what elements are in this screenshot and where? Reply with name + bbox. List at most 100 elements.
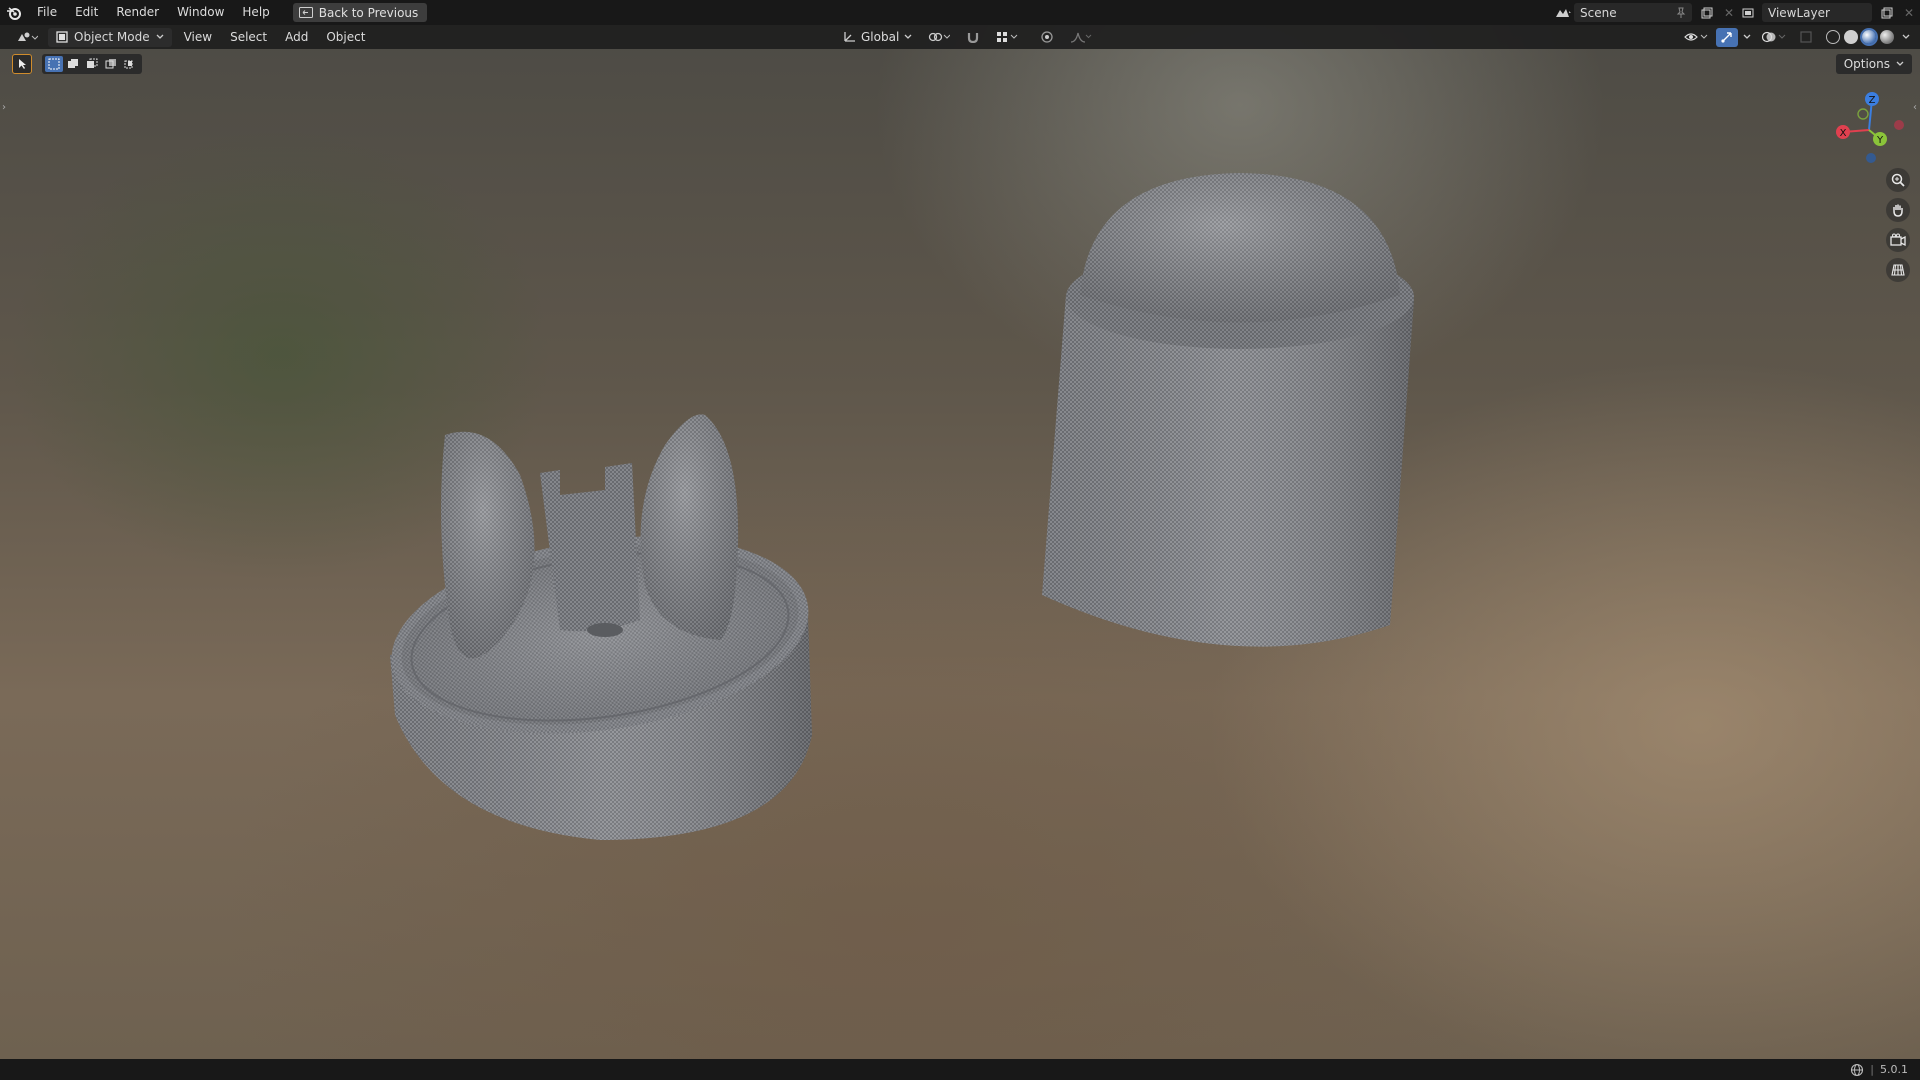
new-view-layer-icon[interactable]: [1876, 3, 1898, 22]
select-tool-button[interactable]: [12, 54, 32, 74]
scene-name: Scene: [1580, 5, 1617, 20]
solid-shading-button[interactable]: [1844, 30, 1858, 44]
transform-controls: Global: [836, 25, 1098, 49]
display-controls: [1678, 25, 1912, 49]
blender-logo-icon[interactable]: [0, 0, 28, 25]
pan-view-button[interactable]: [1886, 198, 1910, 222]
version-label: 5.0.1: [1880, 1063, 1908, 1076]
scene-render: [379, 173, 1414, 840]
rendered-shading-button[interactable]: [1880, 30, 1894, 44]
menu-edit[interactable]: Edit: [66, 0, 107, 25]
tool-settings-row: [12, 54, 142, 74]
view-layer-name: ViewLayer: [1768, 5, 1830, 20]
camera-icon: [1890, 233, 1906, 247]
gizmo-dropdown[interactable]: [1740, 28, 1754, 47]
viewport-header: Object Mode View Select Add Object Globa…: [0, 25, 1920, 49]
select-subtract-mode[interactable]: [83, 56, 101, 72]
back-to-previous-label: Back to Previous: [318, 5, 419, 20]
select-difference-mode[interactable]: [102, 56, 120, 72]
menu-window[interactable]: Window: [168, 0, 233, 25]
transform-orientation-label: Global: [861, 30, 900, 44]
scene-browse-icon[interactable]: [1552, 3, 1574, 22]
orientation-axes-icon: [844, 32, 855, 42]
gizmo-toggle-button[interactable]: [1716, 27, 1738, 47]
select-new-icon: [48, 58, 60, 70]
globe-icon[interactable]: [1850, 1063, 1864, 1077]
transform-orientation-dropdown[interactable]: Global: [836, 28, 918, 47]
hand-icon: [1893, 204, 1903, 217]
status-separator: |: [1870, 1063, 1874, 1076]
pin-icon: [1676, 7, 1686, 18]
gizmo-icon: [1721, 32, 1732, 43]
proportional-falloff-dropdown[interactable]: [1064, 28, 1098, 47]
svg-text:Y: Y: [1876, 135, 1884, 146]
menu-select[interactable]: Select: [224, 28, 273, 47]
eye-icon: [1684, 33, 1708, 41]
snap-toggle-button[interactable]: [960, 28, 986, 47]
select-extend-mode[interactable]: [64, 56, 82, 72]
menu-view[interactable]: View: [178, 28, 218, 47]
options-dropdown[interactable]: Options: [1835, 54, 1912, 74]
navigation-gizmo[interactable]: Z X Y: [1826, 87, 1912, 173]
object-mode-dropdown[interactable]: Object Mode: [48, 27, 172, 47]
chevron-down-icon: [1743, 34, 1751, 39]
chevron-down-icon: [1896, 61, 1904, 66]
snap-grid-icon: [997, 32, 1018, 42]
toolbar-expand-arrow-icon[interactable]: ›: [2, 102, 6, 113]
proportional-edit-icon: [1041, 31, 1053, 43]
xray-icon: [1800, 31, 1812, 43]
overlays-icon: [1762, 31, 1786, 43]
menu-help[interactable]: Help: [233, 0, 278, 25]
view-layer-browse-icon[interactable]: [1740, 3, 1762, 22]
svg-text:X: X: [1840, 128, 1847, 139]
select-extend-icon: [68, 59, 78, 68]
editor-type-icon: [18, 32, 38, 41]
visibility-dropdown[interactable]: [1678, 28, 1714, 47]
screen-back-icon: [298, 7, 313, 18]
proportional-edit-toggle[interactable]: [1034, 28, 1060, 47]
menu-add[interactable]: Add: [279, 28, 314, 47]
grid-perspective-icon: [1891, 264, 1905, 276]
perspective-toggle-button[interactable]: [1886, 258, 1910, 282]
capsule-shell-object[interactable]: [1042, 173, 1414, 647]
base-assembly-object[interactable]: [379, 414, 821, 840]
select-intersect-icon: [124, 60, 133, 69]
options-label: Options: [1843, 57, 1890, 71]
remove-view-layer-icon[interactable]: ✕: [1898, 3, 1920, 22]
material-preview-shading-button[interactable]: [1862, 30, 1876, 44]
select-intersect-mode[interactable]: [121, 56, 139, 72]
shading-options-dropdown[interactable]: [1900, 28, 1912, 47]
xray-toggle-button[interactable]: [1794, 28, 1820, 47]
editor-type-button[interactable]: [10, 28, 44, 47]
zoom-view-button[interactable]: [1886, 168, 1910, 192]
pivot-link-icon: [929, 32, 951, 42]
object-mode-icon: [56, 31, 68, 43]
wireframe-shading-button[interactable]: [1826, 30, 1840, 44]
snap-target-dropdown[interactable]: [990, 28, 1024, 47]
menu-file[interactable]: File: [28, 0, 66, 25]
new-scene-icon[interactable]: [1696, 3, 1718, 22]
pivot-point-dropdown[interactable]: [922, 28, 956, 47]
overlays-toggle-button[interactable]: [1756, 28, 1792, 47]
status-bar: | 5.0.1: [0, 1059, 1920, 1080]
menu-object[interactable]: Object: [320, 28, 371, 47]
selection-mode-group: [42, 54, 142, 74]
menu-render[interactable]: Render: [107, 0, 168, 25]
camera-view-button[interactable]: [1886, 228, 1910, 252]
chevron-down-icon: [156, 34, 164, 39]
3d-viewport[interactable]: › ‹ Z X Y: [0, 25, 1920, 1059]
scene-name-field[interactable]: Scene: [1574, 3, 1692, 22]
back-to-previous-button[interactable]: Back to Previous: [292, 3, 428, 22]
select-subtract-icon: [87, 58, 98, 68]
remove-scene-icon[interactable]: ✕: [1718, 3, 1740, 22]
cursor-arrow-icon: [19, 59, 26, 69]
view-layer-field[interactable]: ViewLayer: [1762, 3, 1872, 22]
select-new-mode[interactable]: [45, 56, 63, 72]
falloff-curve-icon: [1071, 32, 1092, 43]
chevron-down-icon: [904, 34, 912, 39]
magnifier-plus-icon: [1891, 173, 1905, 187]
sidebar-expand-arrow-icon[interactable]: ‹: [1913, 102, 1917, 113]
svg-text:Z: Z: [1869, 95, 1876, 106]
top-menu-bar: File Edit Render Window Help Back to Pre…: [0, 0, 1920, 25]
shading-modes: [1822, 28, 1898, 47]
